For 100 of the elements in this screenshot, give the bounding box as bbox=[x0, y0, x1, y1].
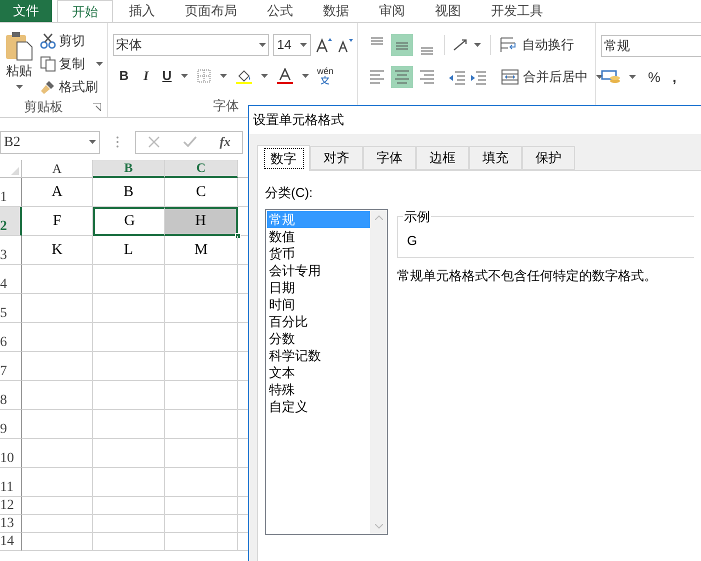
file-tab[interactable]: 文件 bbox=[0, 0, 52, 22]
column-header[interactable]: A bbox=[22, 160, 93, 178]
row-header[interactable]: 12 bbox=[0, 497, 22, 515]
check-icon[interactable] bbox=[182, 136, 197, 148]
ribbon-tab[interactable]: 审阅 bbox=[365, 0, 419, 22]
dialog-tab[interactable]: 字体 bbox=[363, 146, 416, 170]
list-item[interactable]: 百分比 bbox=[267, 312, 370, 330]
caret-icon[interactable] bbox=[89, 140, 96, 144]
ribbon-tab[interactable]: 开始 bbox=[57, 0, 113, 22]
ribbon-tab[interactable]: 页面布局 bbox=[171, 0, 251, 22]
scissors-icon[interactable] bbox=[40, 33, 56, 49]
caret-icon[interactable] bbox=[96, 62, 103, 66]
list-item[interactable]: 货币 bbox=[267, 244, 370, 262]
table-cell: G bbox=[93, 207, 165, 236]
brush-icon[interactable] bbox=[40, 79, 56, 95]
fill-color-icon[interactable] bbox=[235, 68, 253, 84]
caret-icon[interactable] bbox=[16, 84, 22, 88]
row-header[interactable]: 5 bbox=[0, 294, 22, 323]
wrap-text-icon bbox=[500, 37, 518, 53]
ribbon-tab[interactable]: 插入 bbox=[115, 0, 169, 22]
table-cell bbox=[93, 439, 165, 468]
increase-font-icon[interactable] bbox=[315, 37, 333, 53]
ribbon-tab[interactable]: 数据 bbox=[309, 0, 363, 22]
caret-icon[interactable] bbox=[302, 74, 309, 78]
fill-handle[interactable] bbox=[235, 233, 241, 239]
table-cell bbox=[22, 323, 93, 352]
name-box[interactable]: B2 bbox=[0, 130, 100, 154]
table-cell bbox=[22, 533, 93, 551]
ribbon-tab[interactable]: 视图 bbox=[421, 0, 475, 22]
format-painter-button[interactable]: 格式刷 bbox=[40, 77, 103, 97]
list-item[interactable]: 日期 bbox=[267, 278, 370, 296]
align-icon[interactable] bbox=[391, 34, 413, 56]
row-header[interactable]: 13 bbox=[0, 515, 22, 533]
caret-icon[interactable] bbox=[474, 43, 481, 47]
dialog-tab[interactable]: 边框 bbox=[416, 146, 469, 170]
row-header[interactable]: 3 bbox=[0, 236, 22, 265]
row-header[interactable]: 11 bbox=[0, 468, 22, 497]
list-item[interactable]: 科学记数 bbox=[267, 346, 370, 364]
caret-icon[interactable] bbox=[261, 74, 268, 78]
list-item[interactable]: 特殊 bbox=[267, 380, 370, 398]
table-cell: A bbox=[22, 178, 93, 207]
number-format-dropdown[interactable]: 常规 bbox=[601, 35, 701, 57]
row-header[interactable]: 14 bbox=[0, 533, 22, 551]
column-header[interactable]: C bbox=[165, 160, 238, 178]
row-header[interactable]: 4 bbox=[0, 265, 22, 294]
comma-button[interactable]: , bbox=[672, 66, 676, 88]
underline-button[interactable]: U bbox=[161, 66, 173, 86]
row-header[interactable]: 10 bbox=[0, 439, 22, 468]
dialog-tab[interactable]: 保护 bbox=[522, 146, 575, 170]
dialog-tab[interactable]: 对齐 bbox=[310, 146, 363, 170]
decrease-indent-icon[interactable] bbox=[448, 69, 466, 85]
row-header[interactable]: 2 bbox=[0, 207, 22, 236]
row-header[interactable]: 7 bbox=[0, 352, 22, 381]
category-list[interactable]: 常规 数值 货币 会计专用 日期 时间 百分比 分数 科学记数 文本 特殊 自定义 bbox=[265, 208, 388, 534]
list-item[interactable]: 时间 bbox=[267, 296, 370, 312]
format-description: 常规单元格格式不包含任何特定的数字格式。 bbox=[397, 266, 658, 284]
copy-button[interactable]: 复制 bbox=[40, 54, 103, 74]
copy-icon[interactable] bbox=[40, 56, 56, 72]
list-item[interactable]: 数值 bbox=[267, 228, 370, 244]
decrease-font-icon[interactable] bbox=[337, 37, 353, 53]
bold-button[interactable]: B bbox=[117, 66, 131, 86]
list-item[interactable]: 会计专用 bbox=[267, 262, 370, 278]
list-item[interactable]: 文本 bbox=[267, 364, 370, 380]
merge-center-button[interactable]: 合并后居中 bbox=[501, 67, 603, 87]
caret-icon[interactable] bbox=[259, 43, 266, 47]
insert-function-button[interactable]: fx bbox=[220, 132, 230, 152]
phonetic-button[interactable]: wén bbox=[317, 67, 334, 85]
row-header[interactable]: 6 bbox=[0, 323, 22, 352]
percent-button[interactable]: % bbox=[648, 66, 660, 88]
dialog-tab[interactable]: 填充 bbox=[469, 146, 522, 170]
font-color-icon[interactable] bbox=[276, 68, 294, 84]
caret-icon[interactable] bbox=[596, 75, 603, 79]
font-name-dropdown[interactable]: 宋体 bbox=[113, 34, 269, 56]
drag-handle-icon[interactable] bbox=[116, 136, 119, 148]
italic-button[interactable]: I bbox=[139, 66, 153, 86]
row-header[interactable]: 8 bbox=[0, 381, 22, 410]
dialog-tab[interactable]: 数字 bbox=[257, 145, 310, 171]
list-item[interactable]: 自定义 bbox=[267, 398, 370, 414]
caret-icon[interactable] bbox=[629, 75, 636, 79]
column-header[interactable]: B bbox=[93, 160, 165, 178]
paste-button[interactable]: 粘贴 bbox=[0, 31, 38, 97]
dialog-launcher-icon[interactable] bbox=[93, 103, 101, 111]
align-icon[interactable] bbox=[391, 66, 413, 88]
table-cell bbox=[22, 410, 93, 439]
cut-button[interactable]: 剪切 bbox=[40, 31, 103, 51]
currency-icon[interactable] bbox=[601, 69, 623, 85]
wrap-text-button[interactable]: 自动换行 bbox=[500, 35, 574, 55]
ribbon-tab[interactable]: 公式 bbox=[253, 0, 307, 22]
caret-icon[interactable] bbox=[181, 74, 188, 78]
list-item[interactable]: 分数 bbox=[267, 330, 370, 346]
row-header[interactable]: 9 bbox=[0, 410, 22, 439]
increase-indent-icon[interactable] bbox=[469, 69, 487, 85]
borders-icon[interactable] bbox=[196, 68, 212, 84]
category-label: 分类(C): bbox=[265, 184, 314, 202]
caret-icon[interactable] bbox=[220, 74, 227, 78]
font-size-dropdown[interactable]: 14 bbox=[273, 34, 311, 56]
table-cell: H bbox=[165, 207, 238, 236]
caret-icon[interactable] bbox=[300, 43, 307, 47]
ribbon-tab[interactable]: 开发工具 bbox=[477, 0, 557, 22]
table-cell bbox=[93, 410, 165, 439]
